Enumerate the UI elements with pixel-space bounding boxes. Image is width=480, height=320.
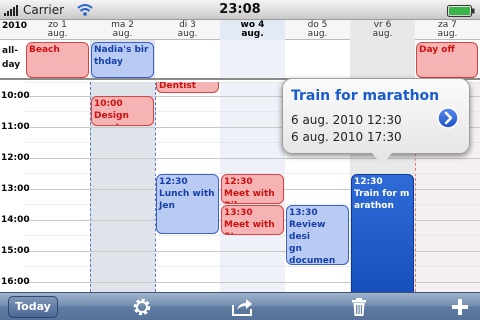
hour-label: 16:00 [1, 277, 30, 287]
event-design-meet[interactable]: 10:00 Design meet [91, 96, 154, 126]
day-header-4[interactable]: wo 4 aug. [220, 20, 285, 40]
hour-label: 14:00 [1, 215, 30, 225]
popover-arrow [372, 153, 392, 165]
status-time: 23:08 [219, 2, 261, 17]
allday-col-selected [350, 40, 415, 78]
hour-label: 13:00 [1, 184, 30, 194]
plus-icon[interactable] [449, 296, 471, 318]
allday-row: all- day Beach Nadia's bir thday Day off [0, 40, 480, 80]
week-header: 2010 zo 1 aug. ma 2 aug. di 3 aug. wo 4 aug.… [0, 20, 480, 40]
allday-event-day-off[interactable]: Day off [416, 42, 478, 78]
chevron-right-circle-icon[interactable] [437, 107, 459, 129]
event-train-marathon[interactable]: 12:30 Train for m arathon [351, 174, 414, 292]
event-lunch-jen[interactable]: 12:30 Lunch with Jen [156, 174, 219, 234]
bottom-toolbar: Today [0, 292, 480, 320]
day-header-6[interactable]: vr 6 aug. [350, 20, 415, 40]
allday-event-birthday[interactable]: Nadia's bir thday [91, 42, 154, 78]
hour-label: 10:00 [1, 91, 30, 101]
popover-end: 6 aug. 2010 17:30 [291, 130, 402, 144]
hour-label: 11:00 [1, 122, 30, 132]
year-label: 2010 [2, 21, 28, 31]
share-icon[interactable] [231, 296, 253, 318]
today-button[interactable]: Today [8, 296, 58, 318]
allday-label: all- day [2, 46, 21, 70]
event-popover[interactable]: Train for marathon 6 aug. 2010 12:30 6 a… [282, 78, 470, 165]
day-header-5[interactable]: do 5 aug. [285, 20, 350, 40]
popover-title: Train for marathon [291, 88, 440, 104]
day-header-1[interactable]: zo 1 aug. [25, 20, 90, 40]
hour-label: 12:00 [1, 153, 30, 163]
day-header-7[interactable]: za 7 aug. [415, 20, 480, 40]
hour-line [25, 158, 480, 159]
hour-label: 15:00 [1, 246, 30, 256]
day-header-2[interactable]: ma 2 aug. [90, 20, 155, 40]
popover-start: 6 aug. 2010 12:30 [291, 113, 402, 127]
allday-event-beach[interactable]: Beach [26, 42, 89, 78]
event-dentist[interactable]: Dentist [156, 82, 219, 93]
event-meet-bil[interactable]: 12:30 Meet with Bil [221, 174, 284, 204]
event-review-design[interactable]: 13:30 Review desi gn documen ts [286, 205, 349, 265]
allday-col-today [220, 40, 285, 78]
battery-icon [447, 5, 475, 17]
day-header-3[interactable]: di 3 aug. [155, 20, 220, 40]
trash-icon[interactable] [348, 296, 370, 318]
gear-icon[interactable] [131, 296, 153, 318]
event-meet-st[interactable]: 13:30 Meet with St [221, 205, 284, 235]
status-bar: Carrier 23:08 [0, 0, 480, 20]
